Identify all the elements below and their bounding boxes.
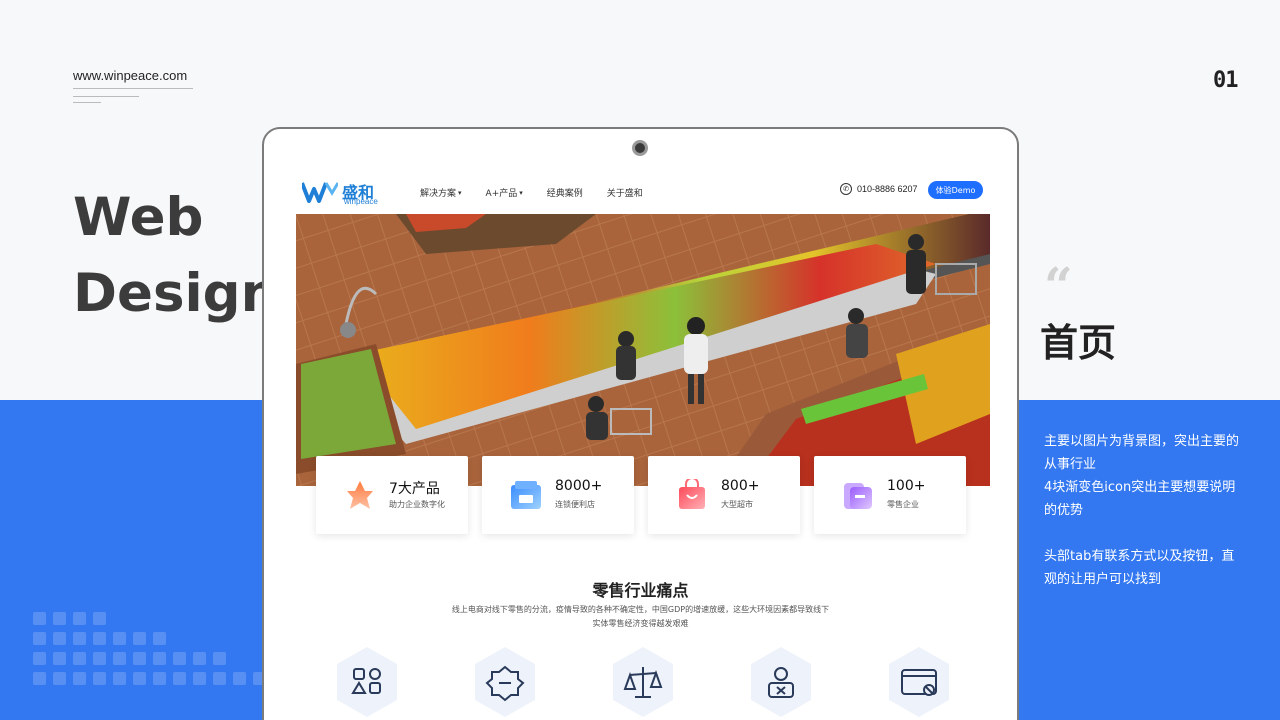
nav-item-cases[interactable]: 经典案例 <box>547 186 583 199</box>
scale-icon <box>613 647 673 717</box>
contact-phone[interactable]: ✆ 010-8886 6207 <box>840 183 918 195</box>
hero-image <box>296 214 990 486</box>
nav-item-about[interactable]: 关于盛和 <box>607 186 643 199</box>
logo-mark-icon <box>302 182 338 203</box>
nav-item-label: 经典案例 <box>546 189 583 199</box>
pain-points-title: 零售行业痛点 <box>592 581 689 600</box>
description-line: 主要以图片为背景图，突出主要的从事行业 <box>1044 434 1240 472</box>
grid-dot <box>33 652 46 665</box>
stat-label: 连锁便利店 <box>555 500 595 509</box>
camera-icon <box>632 140 648 156</box>
chevron-down-icon: ▾ <box>458 188 462 197</box>
grid-dot <box>53 632 66 645</box>
decorative-dot-grid <box>33 612 273 692</box>
nav-item-label: 关于盛和 <box>606 189 643 199</box>
description: 主要以图片为背景图，突出主要的从事行业 4块渐变色icon突出主要想要说明的优势… <box>1044 430 1244 591</box>
grid-dot <box>73 652 86 665</box>
stat-card: 8000+ 连锁便利店 <box>482 456 634 534</box>
grid-dot <box>33 672 46 685</box>
browser-block-icon <box>889 647 949 717</box>
demo-button[interactable]: 体验Demo <box>928 181 983 199</box>
stat-number: 800+ <box>721 478 760 494</box>
store-icon <box>511 481 541 509</box>
grid-dot <box>133 672 146 685</box>
nav-item-products[interactable]: A+产品 ▾ <box>485 186 523 200</box>
grid-dot <box>233 672 246 685</box>
shapes-icon <box>337 647 397 717</box>
user-x-icon <box>751 647 811 717</box>
site-header: 盛和 winpeace 解决方案 ▾ A+产品 ▾ 经典案例 关于盛和 ✆ 01… <box>300 177 990 207</box>
title-line-web: Web <box>73 187 204 248</box>
nav-item-label: A+产品 <box>485 189 518 199</box>
grid-dot <box>213 652 226 665</box>
grid-dot <box>133 632 146 645</box>
slide-title: Web Design <box>73 180 278 332</box>
logo[interactable]: 盛和 winpeace <box>302 179 392 207</box>
grid-dot <box>73 672 86 685</box>
stat-number: 8000+ <box>555 478 603 494</box>
grid-dot <box>213 672 226 685</box>
stat-number: 100+ <box>887 478 926 494</box>
wallet-icon <box>844 483 872 509</box>
phone-icon: ✆ <box>840 183 852 195</box>
nav-item-solutions[interactable]: 解决方案 ▾ <box>420 186 462 200</box>
stats-cards: 7大产品 助力企业数字化 8000+ 连锁便利店 800+ 大型超市 100+ … <box>316 456 971 536</box>
page-number: 01 <box>1213 68 1238 93</box>
grid-dot <box>93 652 106 665</box>
quote-mark-icon: “ <box>1044 256 1073 315</box>
section-title: 首页 <box>1040 321 1117 365</box>
stat-number: 7大产品 <box>389 481 440 497</box>
grid-dot <box>153 632 166 645</box>
grid-dot <box>93 632 106 645</box>
stat-card: 800+ 大型超市 <box>648 456 800 534</box>
pain-desc-line: 实体零售经济变得越发艰难 <box>592 619 689 628</box>
grid-dot <box>113 672 126 685</box>
divider <box>73 102 101 103</box>
logo-text-en: winpeace <box>344 197 378 206</box>
site-url: www.winpeace.com <box>73 68 188 83</box>
stat-label: 零售企业 <box>887 500 919 509</box>
pain-desc-line: 线上电商对线下零售的分流，疫情导致的各种不确定性，中国GDP的增速放缓，这些大环… <box>451 605 830 614</box>
grid-dot <box>153 652 166 665</box>
badge-minus-icon <box>475 647 535 717</box>
phone-number: 010-8886 6207 <box>857 184 918 194</box>
stat-label: 大型超市 <box>721 500 753 509</box>
grid-dot <box>193 672 206 685</box>
star-badge-icon <box>347 481 373 509</box>
description-line: 头部tab有联系方式以及按钮，直观的让用户可以找到 <box>1044 549 1235 587</box>
description-line: 4块渐变色icon突出主要想要说明的优势 <box>1044 480 1236 518</box>
device-frame: 盛和 winpeace 解决方案 ▾ A+产品 ▾ 经典案例 关于盛和 ✆ 01… <box>262 127 1019 720</box>
main-nav: 解决方案 ▾ A+产品 ▾ 经典案例 关于盛和 <box>420 186 643 200</box>
grid-dot <box>53 672 66 685</box>
grid-dot <box>133 652 146 665</box>
shopping-bag-icon <box>679 479 705 509</box>
pain-points-description: 线上电商对线下零售的分流，疫情导致的各种不确定性，中国GDP的增速放缓，这些大环… <box>414 603 867 631</box>
grid-dot <box>93 612 106 625</box>
grid-dot <box>173 652 186 665</box>
grid-dot <box>113 632 126 645</box>
grid-dot <box>113 652 126 665</box>
grid-dot <box>93 672 106 685</box>
chevron-down-icon: ▾ <box>519 188 523 197</box>
grid-dot <box>53 652 66 665</box>
divider <box>73 88 193 89</box>
title-line-design: Design <box>73 263 279 324</box>
grid-dot <box>153 672 166 685</box>
grid-dot <box>73 632 86 645</box>
grid-dot <box>73 612 86 625</box>
grid-dot <box>33 632 46 645</box>
stat-card: 100+ 零售企业 <box>814 456 966 534</box>
pain-points-icons <box>334 645 954 720</box>
divider <box>73 96 139 97</box>
grid-dot <box>193 652 206 665</box>
nav-item-label: 解决方案 <box>420 189 457 199</box>
stat-label: 助力企业数字化 <box>389 500 445 509</box>
grid-dot <box>33 612 46 625</box>
stat-card: 7大产品 助力企业数字化 <box>316 456 468 534</box>
grid-dot <box>53 612 66 625</box>
grid-dot <box>173 672 186 685</box>
